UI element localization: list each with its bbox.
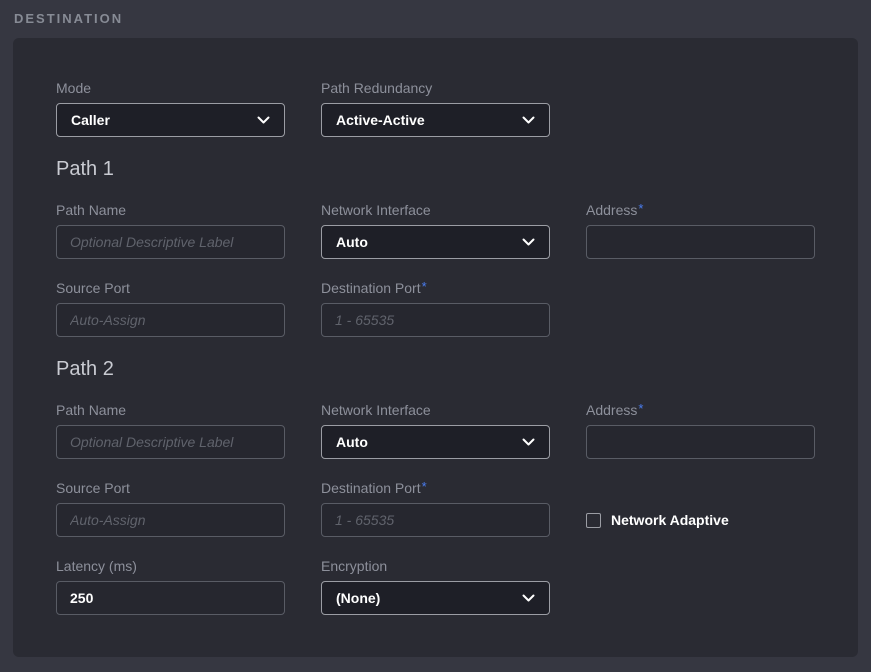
path1-row-2: Source Port Destination Port* (56, 281, 815, 337)
path2-address-label: Address* (586, 403, 815, 417)
network-adaptive-field: Network Adaptive (586, 481, 815, 537)
path2-source-port-label: Source Port (56, 481, 285, 495)
required-asterisk: * (422, 479, 427, 494)
path2-row-1: Path Name Network Interface Auto Address… (56, 403, 815, 459)
path2-address-field: Address* (586, 403, 815, 459)
path2-source-port-field: Source Port (56, 481, 285, 537)
path1-name-field: Path Name (56, 203, 285, 259)
chevron-down-icon (522, 116, 535, 125)
encryption-label: Encryption (321, 559, 550, 573)
path1-address-label: Address* (586, 203, 815, 217)
path2-network-interface-label: Network Interface (321, 403, 550, 417)
encryption-select-value: (None) (336, 590, 380, 606)
network-adaptive-label: Network Adaptive (611, 512, 729, 528)
path2-network-interface-select[interactable]: Auto (321, 425, 550, 459)
path1-source-port-field: Source Port (56, 281, 285, 337)
encryption-select[interactable]: (None) (321, 581, 550, 615)
destination-panel: Mode Caller Path Redundancy Active-Activ… (13, 38, 858, 657)
chevron-down-icon (257, 116, 270, 125)
path2-source-port-input[interactable] (56, 503, 285, 537)
path2-name-field: Path Name (56, 403, 285, 459)
mode-row: Mode Caller Path Redundancy Active-Activ… (56, 81, 815, 137)
path2-heading: Path 2 (56, 357, 815, 381)
path1-destination-port-field: Destination Port* (321, 281, 550, 337)
path2-name-label: Path Name (56, 403, 285, 417)
path1-destination-port-label: Destination Port* (321, 281, 550, 295)
latency-input[interactable] (56, 581, 285, 615)
path1-name-input[interactable] (56, 225, 285, 259)
path1-network-interface-field: Network Interface Auto (321, 203, 550, 259)
path2-row-2: Source Port Destination Port* Network Ad… (56, 481, 815, 537)
required-asterisk: * (422, 279, 427, 294)
path1-name-label: Path Name (56, 203, 285, 217)
mode-select[interactable]: Caller (56, 103, 285, 137)
chevron-down-icon (522, 438, 535, 447)
chevron-down-icon (522, 594, 535, 603)
mode-field: Mode Caller (56, 81, 285, 137)
mode-select-value: Caller (71, 112, 110, 128)
encryption-field: Encryption (None) (321, 559, 550, 615)
path1-network-interface-label: Network Interface (321, 203, 550, 217)
path1-address-input[interactable] (586, 225, 815, 259)
path1-source-port-input[interactable] (56, 303, 285, 337)
path-redundancy-label: Path Redundancy (321, 81, 550, 95)
path1-address-field: Address* (586, 203, 815, 259)
path1-network-interface-select-value: Auto (336, 234, 368, 250)
path1-heading: Path 1 (56, 157, 815, 181)
path1-source-port-label: Source Port (56, 281, 285, 295)
path1-row-1: Path Name Network Interface Auto Address… (56, 203, 815, 259)
destination-page: DESTINATION Mode Caller Path Redundancy … (0, 0, 871, 672)
path2-destination-port-label: Destination Port* (321, 481, 550, 495)
path-redundancy-field: Path Redundancy Active-Active (321, 81, 550, 137)
latency-label: Latency (ms) (56, 559, 285, 573)
section-title: DESTINATION (14, 11, 123, 26)
path2-name-input[interactable] (56, 425, 285, 459)
path2-network-interface-field: Network Interface Auto (321, 403, 550, 459)
path2-destination-port-input[interactable] (321, 503, 550, 537)
network-adaptive-checkbox[interactable] (586, 513, 601, 528)
required-asterisk: * (638, 401, 643, 416)
path1-destination-port-input[interactable] (321, 303, 550, 337)
path1-network-interface-select[interactable]: Auto (321, 225, 550, 259)
latency-row: Latency (ms) Encryption (None) (56, 559, 815, 615)
path2-destination-port-field: Destination Port* (321, 481, 550, 537)
mode-label: Mode (56, 81, 285, 95)
path2-address-input[interactable] (586, 425, 815, 459)
latency-field: Latency (ms) (56, 559, 285, 615)
path-redundancy-select-value: Active-Active (336, 112, 425, 128)
chevron-down-icon (522, 238, 535, 247)
required-asterisk: * (638, 201, 643, 216)
path-redundancy-select[interactable]: Active-Active (321, 103, 550, 137)
network-adaptive-row: Network Adaptive (586, 503, 815, 537)
path2-network-interface-select-value: Auto (336, 434, 368, 450)
